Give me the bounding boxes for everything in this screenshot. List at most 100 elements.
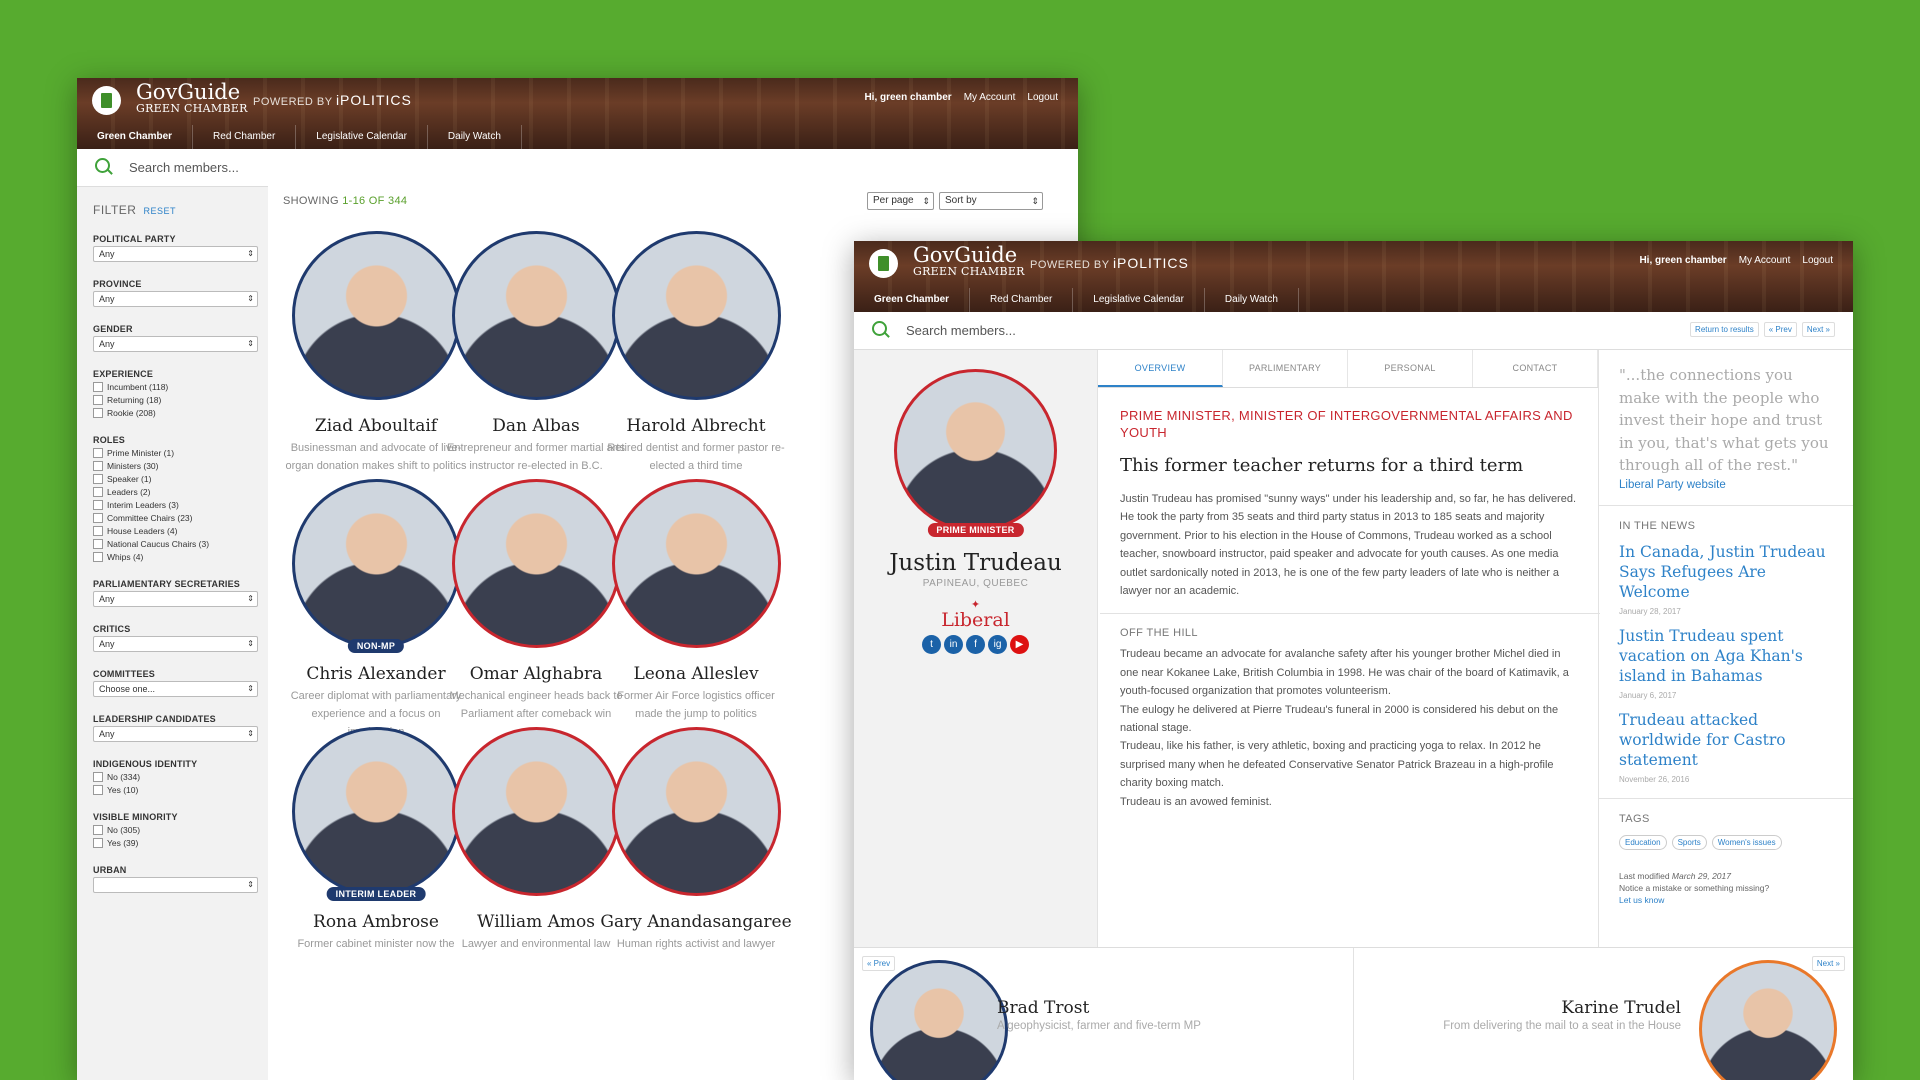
member-photo[interactable] [451, 479, 621, 648]
logout-link[interactable]: Logout [1027, 92, 1058, 103]
twitter-icon[interactable]: t [922, 635, 941, 654]
nav-green-chamber[interactable]: Green Chamber [77, 125, 194, 149]
next-member-name[interactable]: Karine Trudel [1561, 998, 1681, 1018]
linkedin-icon[interactable]: in [944, 635, 963, 654]
checkbox-option[interactable]: Ministers (30) [93, 461, 282, 471]
urban-select[interactable] [93, 877, 258, 893]
facebook-icon[interactable]: f [966, 635, 985, 654]
tab-contact[interactable]: CONTACT [1473, 350, 1598, 387]
member-name[interactable]: Gary Anandasangaree [598, 912, 794, 932]
govguide-logo[interactable] [869, 249, 898, 278]
checkbox[interactable] [93, 382, 103, 392]
tag[interactable]: Women's issues [1711, 834, 1782, 850]
nav-red-chamber[interactable]: Red Chamber [970, 288, 1074, 312]
checkbox[interactable] [93, 526, 103, 536]
checkbox-option[interactable]: Whips (4) [93, 552, 282, 562]
let-us-know-link[interactable]: Let us know [1619, 895, 1664, 905]
checkbox[interactable] [93, 539, 103, 549]
news-link[interactable]: Trudeau attacked worldwide for Castro st… [1619, 710, 1834, 770]
checkbox-option[interactable]: Speaker (1) [93, 474, 282, 484]
checkbox[interactable] [93, 513, 103, 523]
nav-daily-watch[interactable]: Daily Watch [1205, 288, 1299, 312]
per-page-select[interactable]: Per page [867, 192, 934, 210]
prev-member-photo[interactable] [870, 960, 1008, 1080]
prev-button[interactable]: « Prev [1763, 322, 1797, 337]
tag[interactable]: Sports [1671, 834, 1707, 850]
news-link[interactable]: Justin Trudeau spent vacation on Aga Kha… [1619, 626, 1834, 686]
govguide-logo[interactable] [92, 86, 121, 115]
member-photo[interactable]: NON-MP [291, 479, 461, 653]
checkbox-option[interactable]: National Caucus Chairs (3) [93, 539, 282, 549]
party-select[interactable]: Any [93, 246, 258, 262]
member-photo[interactable] [611, 479, 781, 648]
member-photo[interactable] [291, 231, 461, 400]
committees-select[interactable]: Choose one... [93, 681, 258, 697]
search-input[interactable]: Search members... [906, 323, 1016, 338]
parl-secretaries-select[interactable]: Any [93, 591, 258, 607]
member-card[interactable]: Leona Alleslev Former Air Force logistics… [598, 479, 794, 723]
checkbox-option[interactable]: Leaders (2) [93, 487, 282, 497]
member-photo[interactable] [451, 231, 621, 400]
next-member-photo[interactable] [1699, 960, 1837, 1080]
checkbox-option[interactable]: Returning (18) [93, 395, 282, 405]
news-link[interactable]: In Canada, Justin Trudeau Says Refugees … [1619, 542, 1834, 602]
checkbox-option[interactable]: No (334) [93, 772, 282, 782]
checkbox-option[interactable]: Interim Leaders (3) [93, 500, 282, 510]
quote-source-link[interactable]: Liberal Party website [1599, 479, 1853, 491]
search-icon[interactable] [95, 158, 110, 173]
search-input[interactable]: Search members... [129, 160, 239, 175]
checkbox-option[interactable]: Yes (39) [93, 838, 282, 848]
checkbox[interactable] [93, 772, 103, 782]
nav-green-chamber[interactable]: Green Chamber [854, 288, 971, 312]
checkbox-option[interactable]: House Leaders (4) [93, 526, 282, 536]
my-account-link[interactable]: My Account [964, 92, 1016, 103]
reset-link[interactable]: RESET [143, 206, 176, 216]
checkbox[interactable] [93, 487, 103, 497]
critics-select[interactable]: Any [93, 636, 258, 652]
member-name[interactable]: Leona Alleslev [598, 664, 794, 684]
checkbox-option[interactable]: Incumbent (118) [93, 382, 282, 392]
tab-personal[interactable]: PERSONAL [1348, 350, 1473, 387]
checkbox-option[interactable]: Prime Minister (1) [93, 448, 282, 458]
checkbox-option[interactable]: Rookie (208) [93, 408, 282, 418]
checkbox[interactable] [93, 552, 103, 562]
youtube-icon[interactable]: ▶ [1010, 635, 1029, 654]
checkbox[interactable] [93, 408, 103, 418]
checkbox[interactable] [93, 448, 103, 458]
leadership-select[interactable]: Any [93, 726, 258, 742]
search-icon[interactable] [872, 321, 887, 336]
instagram-icon[interactable]: ig [988, 635, 1007, 654]
sort-by-select[interactable]: Sort by [939, 192, 1043, 210]
checkbox-option[interactable]: Committee Chairs (23) [93, 513, 282, 523]
checkbox[interactable] [93, 500, 103, 510]
tag[interactable]: Education [1619, 834, 1667, 850]
checkbox[interactable] [93, 395, 103, 405]
next-member-button[interactable]: Next » [1811, 956, 1845, 971]
return-to-results-button[interactable]: Return to results [1690, 322, 1759, 337]
prev-member-name[interactable]: Brad Trost [997, 998, 1089, 1018]
tab-overview[interactable]: OVERVIEW [1098, 350, 1223, 387]
member-card[interactable]: Harold Albrecht Retired dentist and forme… [598, 231, 794, 475]
member-photo[interactable] [611, 727, 781, 896]
member-photo[interactable] [451, 727, 621, 896]
nav-legislative-calendar[interactable]: Legislative Calendar [1073, 288, 1205, 312]
checkbox[interactable] [93, 825, 103, 835]
next-button[interactable]: Next » [1801, 322, 1835, 337]
member-photo[interactable]: INTERIM LEADER [291, 727, 461, 901]
member-card[interactable]: Gary Anandasangaree Human rights activist… [598, 727, 794, 953]
member-photo[interactable] [611, 231, 781, 400]
province-select[interactable]: Any [93, 291, 258, 307]
gender-select[interactable]: Any [93, 336, 258, 352]
checkbox[interactable] [93, 785, 103, 795]
checkbox-option[interactable]: No (305) [93, 825, 282, 835]
checkbox[interactable] [93, 461, 103, 471]
member-name[interactable]: Harold Albrecht [598, 416, 794, 436]
logout-link[interactable]: Logout [1802, 255, 1833, 266]
prev-member-button[interactable]: « Prev [862, 956, 896, 971]
checkbox[interactable] [93, 474, 103, 484]
checkbox[interactable] [93, 838, 103, 848]
nav-red-chamber[interactable]: Red Chamber [193, 125, 297, 149]
my-account-link[interactable]: My Account [1739, 255, 1791, 266]
nav-legislative-calendar[interactable]: Legislative Calendar [296, 125, 428, 149]
nav-daily-watch[interactable]: Daily Watch [428, 125, 522, 149]
